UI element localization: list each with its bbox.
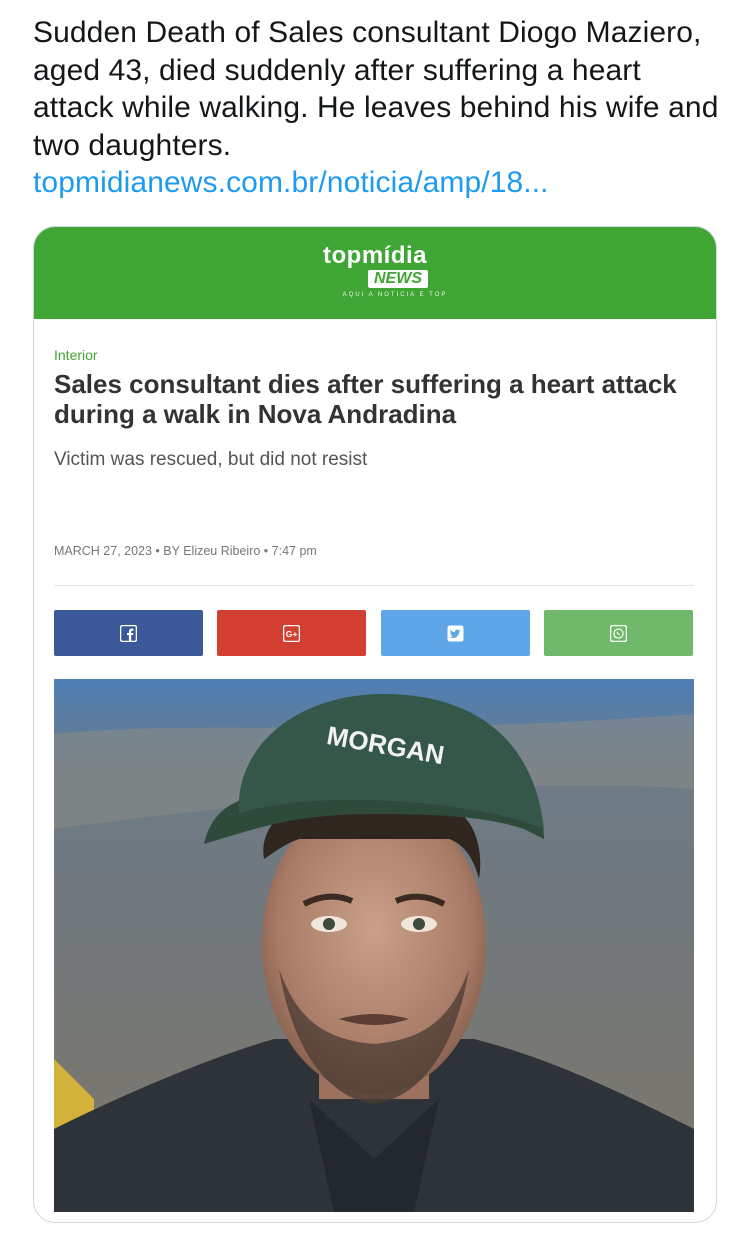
- share-twitter-button[interactable]: [381, 610, 530, 656]
- article-subheadline: Victim was rescued, but did not resist: [54, 449, 368, 470]
- tweet-link[interactable]: topmidianews.com.br/noticia/amp/18...: [33, 166, 549, 199]
- twitter-icon: [447, 625, 464, 641]
- divider: [54, 585, 694, 586]
- share-buttons: G+: [54, 610, 694, 656]
- facebook-icon: [120, 624, 137, 642]
- link-preview-card[interactable]: topmídia NEWS AQUI A NOTÍCIA É TOP Inter…: [33, 226, 717, 1223]
- article-category[interactable]: Interior: [54, 347, 98, 363]
- logo-tagline: AQUI A NOTÍCIA É TOP: [342, 292, 448, 298]
- share-google-plus-button[interactable]: G+: [217, 610, 366, 656]
- google-plus-icon: G+: [283, 624, 300, 642]
- logo-wordmark: topmídia: [323, 242, 427, 269]
- site-logo: topmídia NEWS AQUI A NOTÍCIA É TOP: [34, 242, 716, 299]
- article-headline: Sales consultant dies after suffering a …: [54, 369, 677, 429]
- svg-text:G+: G+: [286, 629, 298, 639]
- tweet-body: Sudden Death of Sales consultant Diogo M…: [33, 16, 719, 162]
- logo-news-badge: NEWS: [368, 270, 428, 288]
- portrait-image: MORGAN: [54, 679, 694, 1212]
- site-header: topmídia NEWS AQUI A NOTÍCIA É TOP: [34, 227, 716, 319]
- share-whatsapp-button[interactable]: [544, 610, 693, 656]
- whatsapp-icon: [610, 624, 627, 642]
- tweet-text: Sudden Death of Sales consultant Diogo M…: [33, 14, 723, 202]
- article-meta: MARCH 27, 2023 • BY Elizeu Ribeiro • 7:4…: [54, 544, 317, 558]
- article-photo[interactable]: MORGAN: [54, 679, 694, 1212]
- share-facebook-button[interactable]: [54, 610, 203, 656]
